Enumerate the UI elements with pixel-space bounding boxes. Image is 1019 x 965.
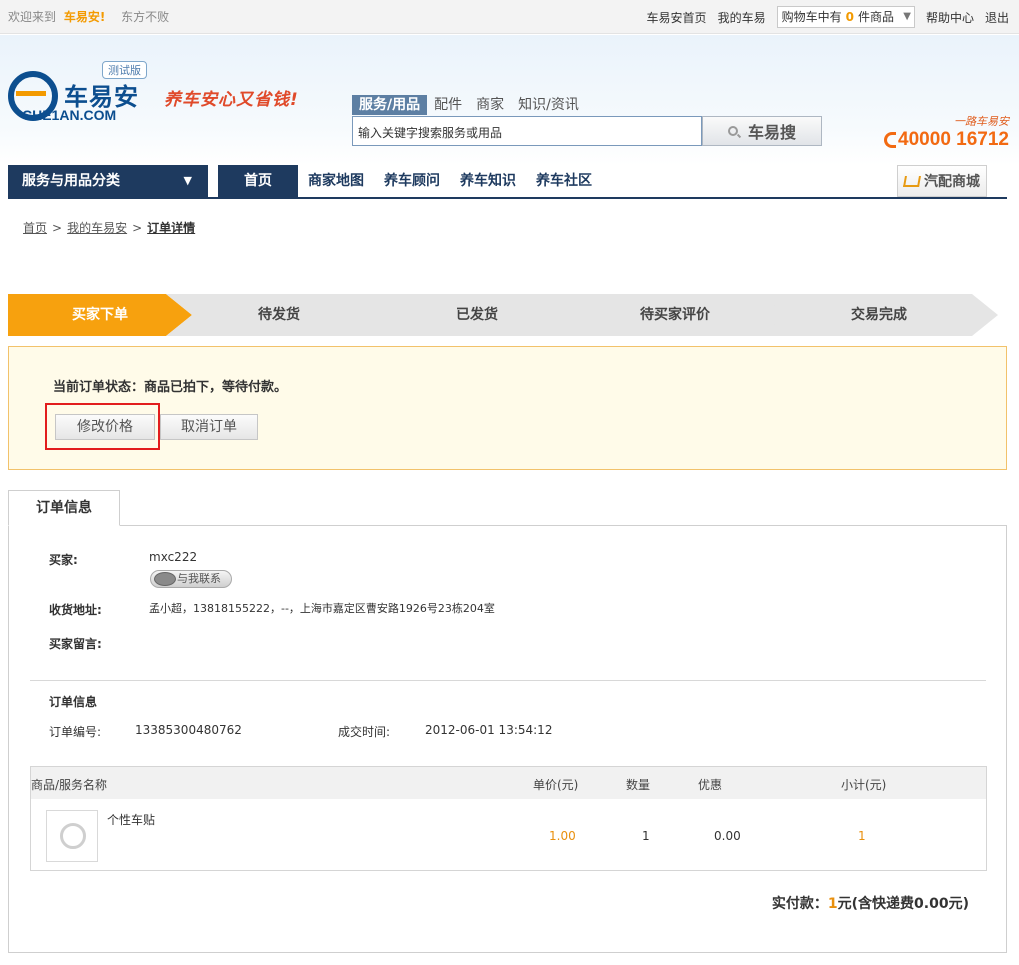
total-amount: 1 xyxy=(827,896,838,912)
total-paid: 实付款：1元(含快递费0.00元) xyxy=(772,893,969,913)
cart-prefix: 购物车中有 xyxy=(781,10,842,24)
highlight-box xyxy=(45,403,160,450)
search-button-label: 车易搜 xyxy=(747,123,796,142)
order-time-label: 成交时间: xyxy=(338,725,391,739)
logo-domain: CHE1AN.COM xyxy=(22,107,117,123)
search-tabs: 服务/用品 配件 商家 知识/资讯 xyxy=(352,95,586,115)
home-link[interactable]: 车易安首页 xyxy=(647,9,707,26)
breadcrumb-my-account[interactable]: 我的车易安 xyxy=(67,221,127,235)
shipping-address: 孟小超，13818155222，--，上海市嘉定区曹安路1926号23栋204室 xyxy=(149,602,495,615)
col-header-discount: 优惠 xyxy=(698,778,723,792)
category-menu[interactable]: 服务与用品分类 ▼ xyxy=(8,165,208,197)
order-status-text: 当前订单状态：商品已拍下，等待付款。 xyxy=(53,380,288,395)
nav-item-car-knowledge[interactable]: 养车知识 xyxy=(450,165,526,197)
step-awaiting-shipment: 待发货 xyxy=(166,294,392,336)
brand-link[interactable]: 车易安! xyxy=(64,10,105,24)
chat-icon xyxy=(154,572,176,586)
search-tab-parts[interactable]: 配件 xyxy=(427,95,469,115)
order-info-panel xyxy=(8,525,1007,953)
contact-me-button[interactable]: 与我联系 xyxy=(150,570,232,588)
order-status-box: 当前订单状态：商品已拍下，等待付款。 修改价格 取消订单 xyxy=(8,346,1007,470)
col-header-subtotal: 小计(元) xyxy=(841,778,887,792)
table-header: 商品/服务名称 单价(元) 数量 优惠 小计(元) xyxy=(31,767,986,799)
total-suffix: 元(含快递费0.00元) xyxy=(837,896,969,912)
order-number: 13385300480762 xyxy=(135,723,242,737)
shopping-cart-icon xyxy=(903,175,921,187)
my-account-link[interactable]: 我的车易 xyxy=(718,9,766,26)
address-label: 收货地址: xyxy=(49,603,102,617)
hotline-number: 40000 16712 xyxy=(898,129,1009,150)
step-awaiting-review: 待买家评价 xyxy=(562,294,788,336)
order-items-table: 商品/服务名称 单价(元) 数量 优惠 小计(元) 个性车贴 1.00 1 0.… xyxy=(30,766,987,871)
main-nav: 服务与用品分类 ▼ 首页 商家地图 养车顾问 养车知识 养车社区 汽配商城 xyxy=(8,165,1007,199)
search-button[interactable]: 车易搜 xyxy=(702,116,822,146)
search-tab-merchants[interactable]: 商家 xyxy=(469,95,511,115)
order-progress: 买家下单 待发货 已发货 待买家评价 交易完成 xyxy=(8,294,1007,336)
slogan: 养车安心又省钱! xyxy=(164,90,299,110)
logout-link[interactable]: 退出 xyxy=(985,9,1009,26)
col-header-price: 单价(元) xyxy=(533,778,579,792)
nav-item-home[interactable]: 首页 xyxy=(218,165,298,197)
nav-item-merchant-map[interactable]: 商家地图 xyxy=(298,165,374,197)
phone-icon xyxy=(884,132,897,148)
parts-mall-button[interactable]: 汽配商城 xyxy=(897,165,987,197)
welcome-area: 欢迎来到 车易安! 东方不败 xyxy=(8,8,169,25)
header: 车易安 CHE1AN.COM 测试版 养车安心又省钱! 服务/用品 配件 商家 … xyxy=(0,35,1019,165)
col-header-qty: 数量 xyxy=(626,778,651,792)
tab-order-info[interactable]: 订单信息 xyxy=(8,490,120,526)
product-discount: 0.00 xyxy=(714,829,741,843)
chevron-down-icon: ▼ xyxy=(183,174,192,187)
chevron-down-icon: ▼ xyxy=(903,11,911,22)
total-label: 实付款： xyxy=(771,896,828,912)
col-header-name: 商品/服务名称 xyxy=(31,778,108,792)
divider xyxy=(30,680,986,681)
product-price: 1.00 xyxy=(549,829,576,843)
order-time: 2012-06-01 13:54:12 xyxy=(425,723,553,737)
product-thumbnail[interactable] xyxy=(46,810,98,862)
category-menu-label: 服务与用品分类 xyxy=(22,173,120,189)
step-completed: 交易完成 xyxy=(760,294,998,336)
buyer-label: 买家: xyxy=(49,553,78,567)
nav-item-community[interactable]: 养车社区 xyxy=(526,165,602,197)
hotline-tag: 一路车易安 xyxy=(954,115,1009,128)
placeholder-logo-icon xyxy=(60,823,86,849)
order-number-label: 订单编号: xyxy=(49,725,102,739)
welcome-text: 欢迎来到 xyxy=(8,10,57,24)
search-input[interactable]: 输入关键字搜索服务或用品 xyxy=(352,116,702,146)
cart-suffix: 件商品 xyxy=(857,10,894,24)
product-qty: 1 xyxy=(642,829,650,843)
search-tab-knowledge[interactable]: 知识/资讯 xyxy=(511,95,586,115)
beta-badge: 测试版 xyxy=(102,61,147,79)
nav-item-car-advisor[interactable]: 养车顾问 xyxy=(374,165,450,197)
breadcrumb-current: 订单详情 xyxy=(147,221,196,235)
buyer-message-label: 买家留言: xyxy=(49,637,102,651)
parts-mall-label: 汽配商城 xyxy=(924,174,980,190)
breadcrumb: 首页 > 我的车易安 > 订单详情 xyxy=(23,221,196,235)
step-shipped: 已发货 xyxy=(364,294,590,336)
contact-me-label: 与我联系 xyxy=(177,572,221,585)
hotline: 一路车易安 40000 16712 xyxy=(884,113,1009,151)
step-buyer-ordered: 买家下单 xyxy=(8,294,192,336)
cart-count: 0 xyxy=(845,10,854,24)
cancel-order-button[interactable]: 取消订单 xyxy=(160,414,258,440)
order-section-title: 订单信息 xyxy=(49,695,98,709)
top-links: 车易安首页 我的车易 购物车中有 0 件商品 ▼ 帮助中心 退出 xyxy=(647,6,1009,28)
cart-dropdown[interactable]: 购物车中有 0 件商品 ▼ xyxy=(776,6,915,28)
search-tab-services[interactable]: 服务/用品 xyxy=(352,95,428,115)
search-icon xyxy=(727,126,738,136)
breadcrumb-home[interactable]: 首页 xyxy=(23,221,47,235)
product-name[interactable]: 个性车贴 xyxy=(107,811,155,828)
buyer-name: mxc222 xyxy=(149,550,198,564)
help-link[interactable]: 帮助中心 xyxy=(926,9,974,26)
top-bar: 欢迎来到 车易安! 东方不败 车易安首页 我的车易 购物车中有 0 件商品 ▼ 帮助… xyxy=(0,0,1019,34)
user-name: 东方不败 xyxy=(121,10,170,24)
product-subtotal: 1 xyxy=(858,829,866,843)
